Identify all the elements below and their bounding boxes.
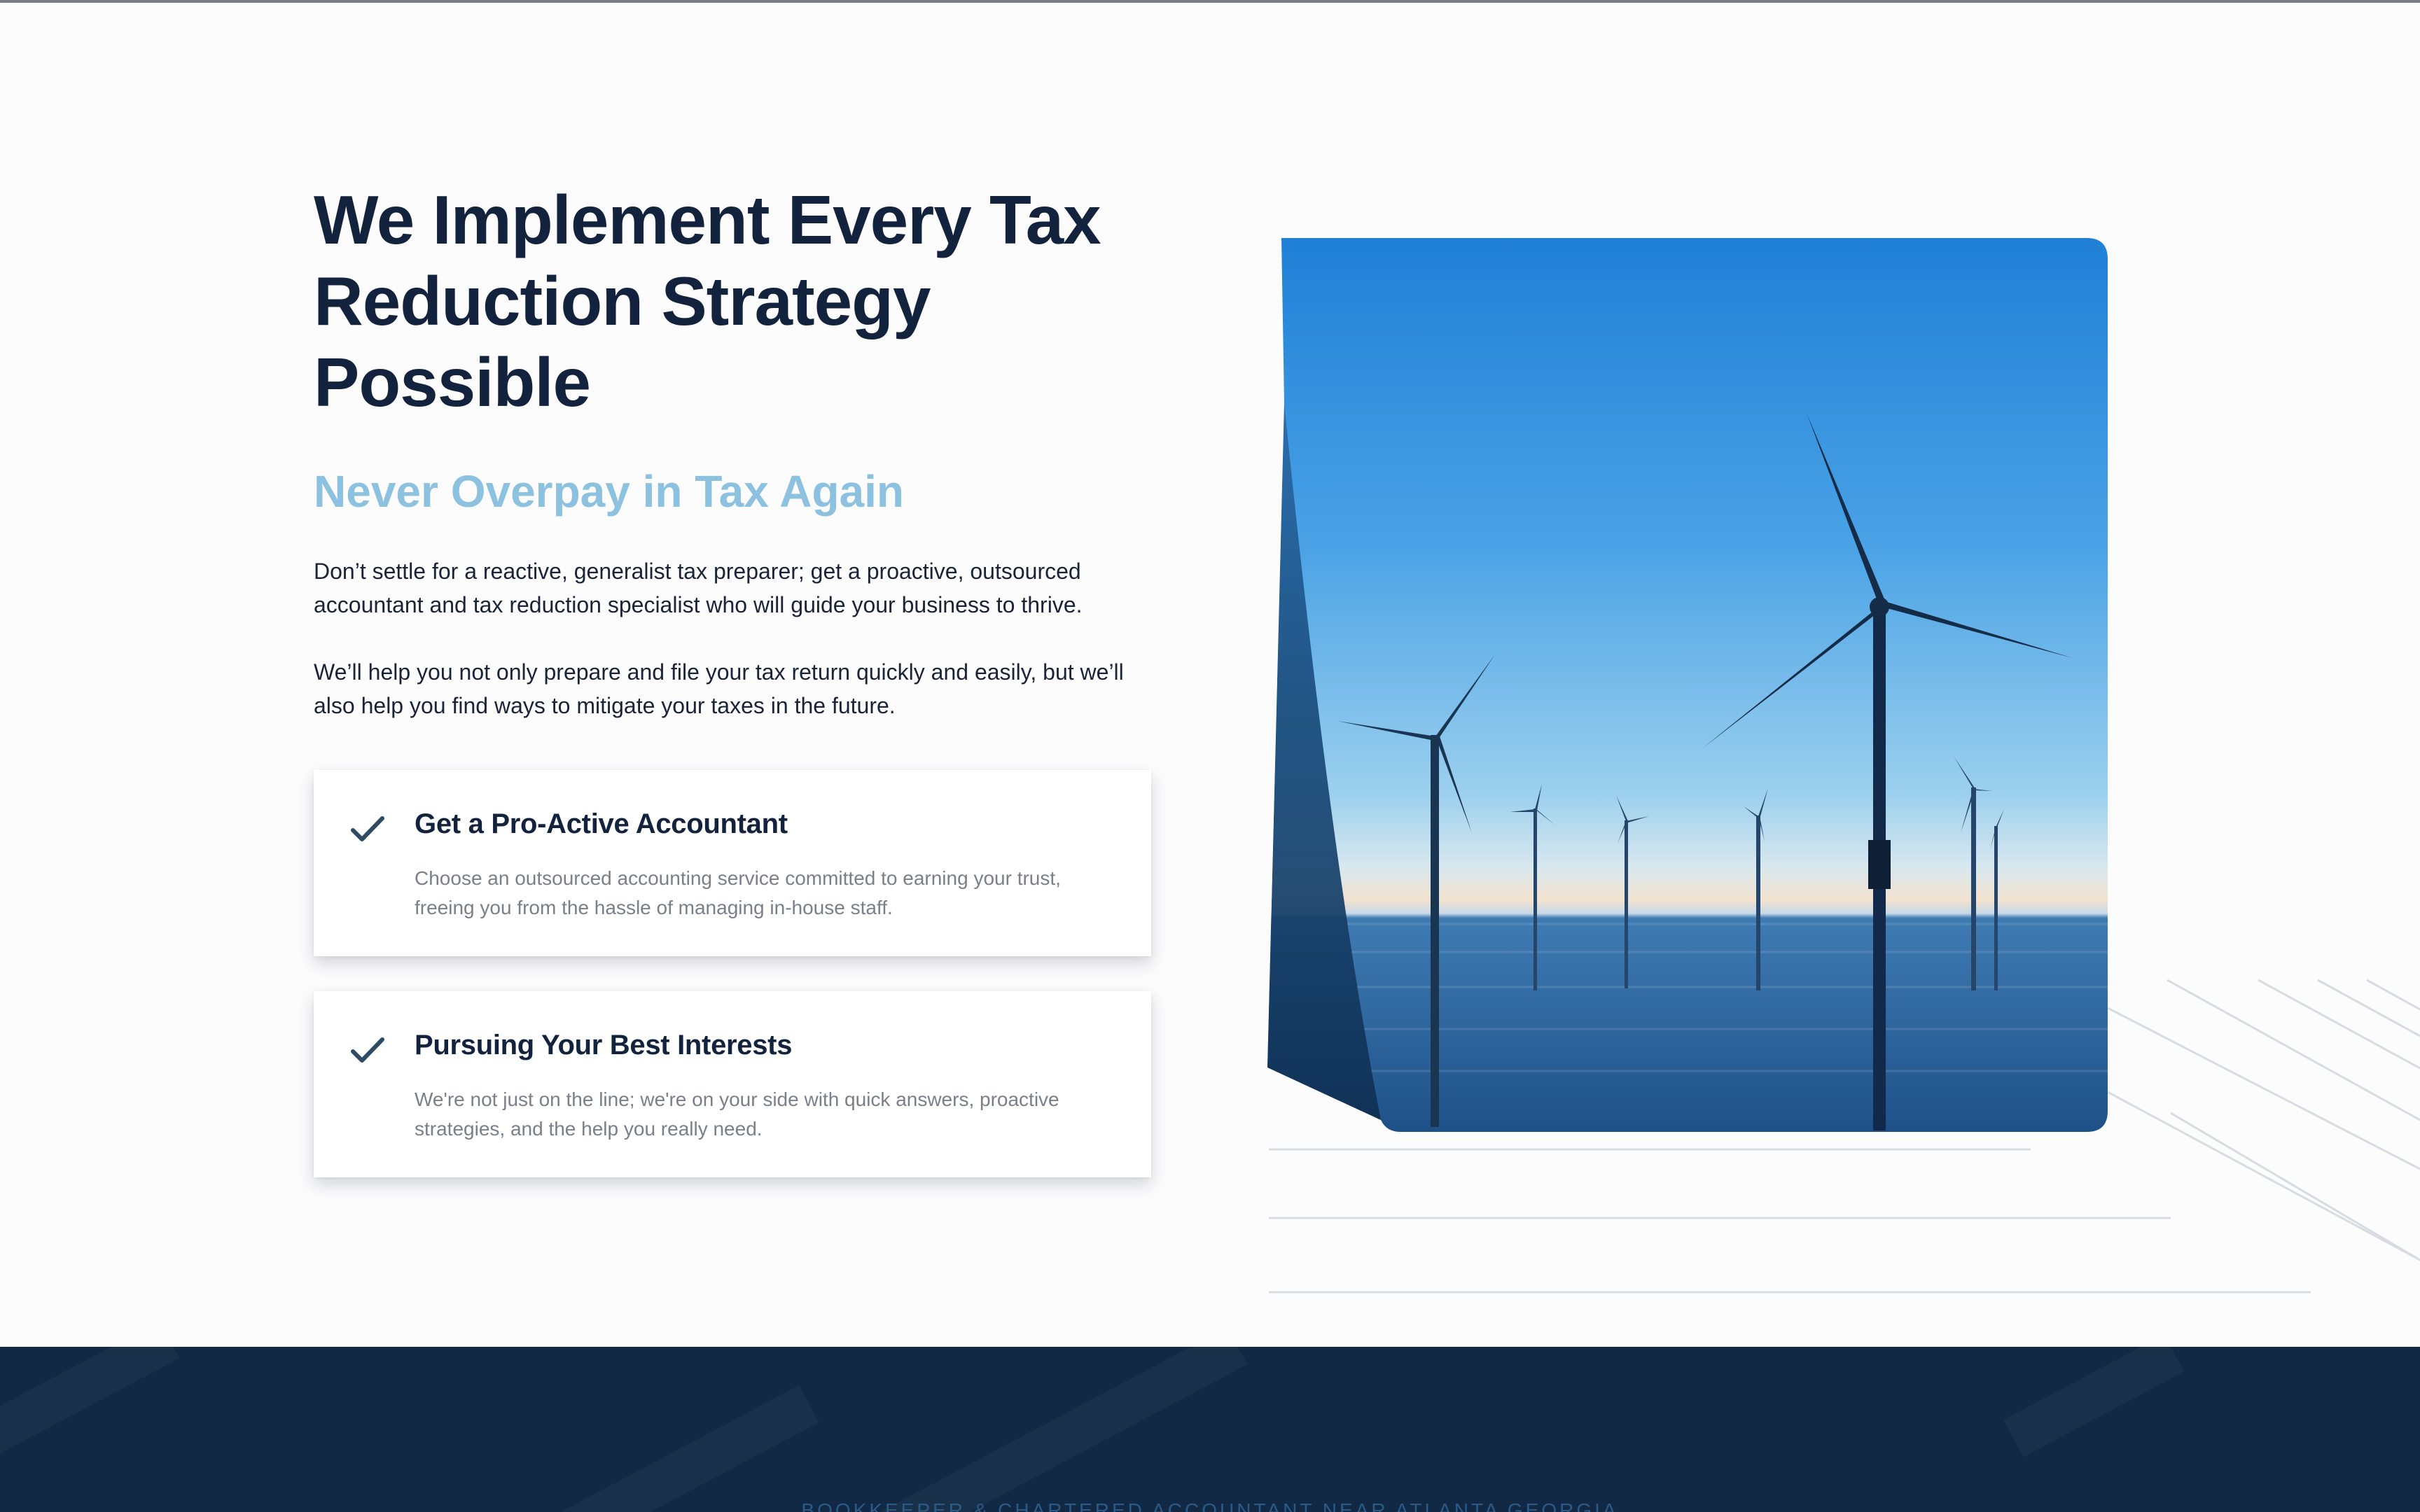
decorative-stripe [539,1385,819,1512]
decorative-stripe [882,1347,1248,1512]
check-icon [351,1037,384,1063]
decorative-stripe [2003,1347,2184,1457]
wind-turbines-illustration [1267,238,2420,1294]
feature-card-best-interests: Pursuing Your Best Interests We're not j… [314,991,1151,1177]
feature-title: Pursuing Your Best Interests [415,1030,793,1060]
hero-text: We Implement Every Tax Reduction Strateg… [314,179,1154,722]
check-icon [351,816,384,841]
hero-paragraph-2: We’ll help you not only prepare and file… [314,659,1124,718]
feature-description: Choose an outsourced accounting service … [415,867,1061,918]
feature-title: Get a Pro-Active Accountant [415,808,788,839]
hero-title: We Implement Every Tax Reduction Strateg… [314,181,1101,421]
footer-caption: BOOKKEEPER & CHARTERED ACCOUNTANT NEAR A… [801,1499,1619,1512]
hero-image [1260,231,2420,1351]
feature-description: We're not just on the line; we're on you… [415,1088,1059,1140]
top-border [0,0,2420,3]
hero-subtitle: Never Overpay in Tax Again [314,466,904,517]
footer-band: BOOKKEEPER & CHARTERED ACCOUNTANT NEAR A… [0,1347,2420,1512]
hero-paragraph-1: Don’t settle for a reactive, generalist … [314,559,1083,617]
decorative-stripe [0,1347,180,1457]
feature-card-pro-active-accountant: Get a Pro-Active Accountant Choose an ou… [314,770,1151,956]
